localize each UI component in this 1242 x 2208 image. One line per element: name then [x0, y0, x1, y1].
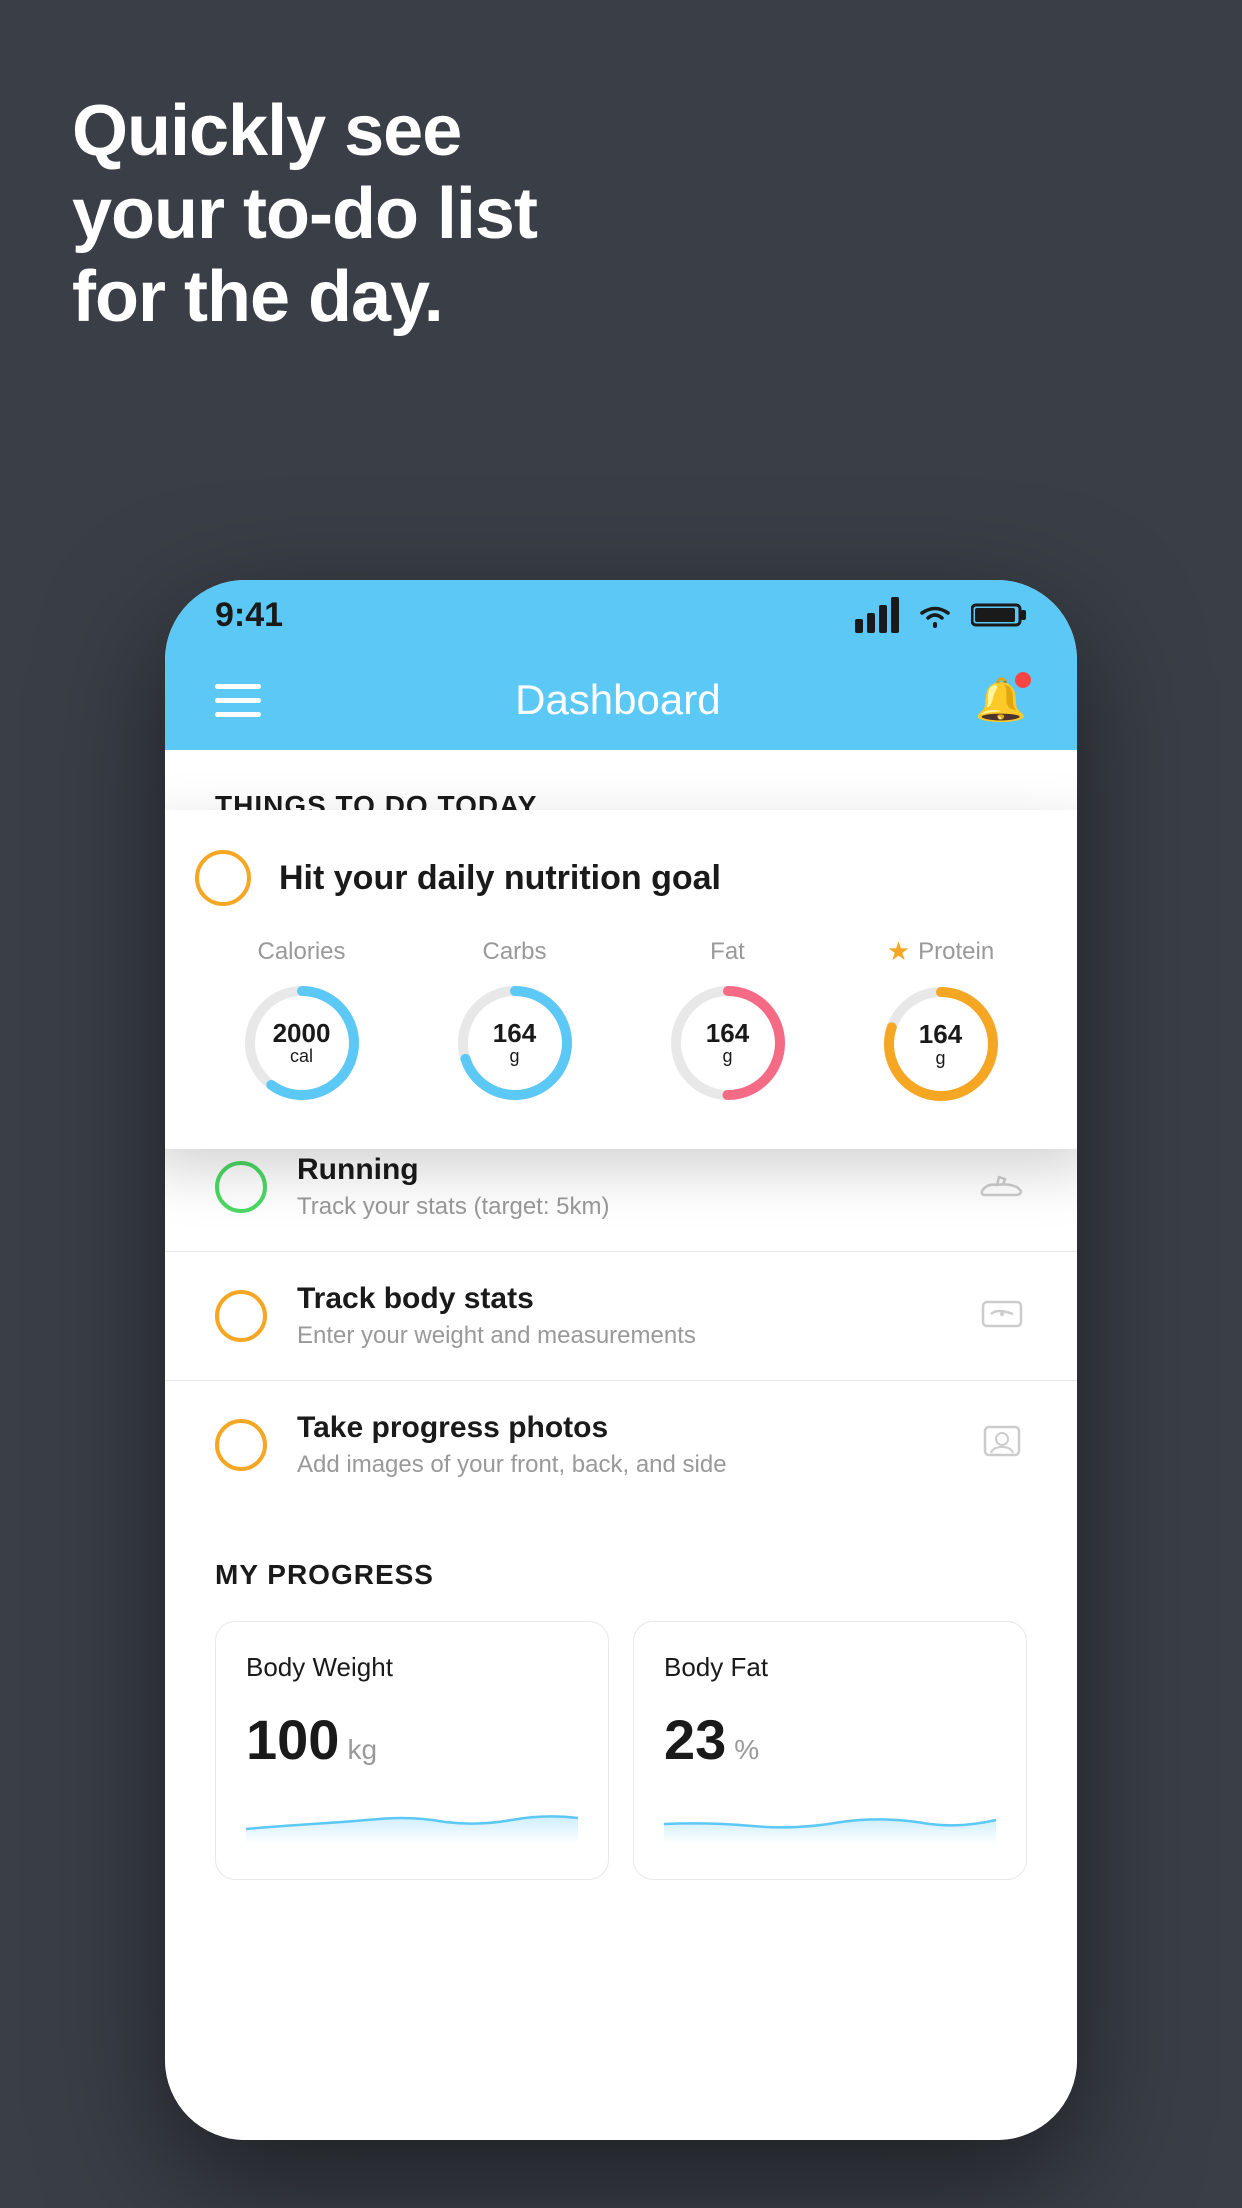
headline: Quickly see your to-do list for the day.	[72, 90, 537, 338]
carbs-ring: 164 g	[450, 978, 580, 1108]
body-fat-title: Body Fat	[664, 1652, 996, 1683]
nutrition-checkbox[interactable]	[195, 850, 251, 906]
headline-line1: Quickly see	[72, 90, 537, 173]
body-weight-value: 100kg	[246, 1707, 578, 1772]
scale-icon	[977, 1292, 1027, 1341]
status-time: 9:41	[215, 596, 283, 635]
body-weight-graph	[246, 1794, 578, 1844]
nutrition-macros: Calories 2000 cal Carbs	[195, 936, 1047, 1109]
nutrition-card[interactable]: Hit your daily nutrition goal Calories 2…	[165, 810, 1077, 1149]
macro-fat: Fat 164 g	[663, 938, 793, 1108]
fat-ring: 164 g	[663, 978, 793, 1108]
todo-bodystats-title: Track body stats	[297, 1282, 947, 1316]
body-fat-unit: %	[734, 1734, 759, 1765]
phone-mockup: 9:41	[165, 580, 1077, 2140]
body-weight-card[interactable]: Body Weight 100kg	[215, 1621, 609, 1880]
todo-bodystats-checkbox[interactable]	[215, 1290, 267, 1342]
wifi-icon	[915, 600, 955, 630]
person-icon	[977, 1421, 1027, 1470]
signal-icon	[855, 597, 899, 633]
progress-section: MY PROGRESS Body Weight 100kg	[165, 1509, 1077, 1880]
todo-bodystats-subtitle: Enter your weight and measurements	[297, 1322, 947, 1350]
macro-calories: Calories 2000 cal	[237, 938, 367, 1108]
macro-fat-label: Fat	[710, 938, 745, 966]
body-fat-graph	[664, 1794, 996, 1844]
progress-cards: Body Weight 100kg	[215, 1621, 1027, 1880]
phone-content: THINGS TO DO TODAY Hit your daily nutrit…	[165, 750, 1077, 2140]
nutrition-title: Hit your daily nutrition goal	[279, 859, 721, 898]
body-fat-card[interactable]: Body Fat 23%	[633, 1621, 1027, 1880]
notification-bell[interactable]: 🔔	[975, 676, 1027, 725]
hamburger-menu[interactable]	[215, 684, 261, 717]
todo-body-stats[interactable]: Track body stats Enter your weight and m…	[165, 1251, 1077, 1380]
shoe-icon	[977, 1163, 1027, 1212]
body-fat-value: 23%	[664, 1707, 996, 1772]
headline-line3: for the day.	[72, 256, 537, 339]
todo-running-subtitle: Track your stats (target: 5km)	[297, 1193, 947, 1221]
protein-ring: 164 g	[876, 979, 1006, 1109]
headline-line2: your to-do list	[72, 173, 537, 256]
nav-title: Dashboard	[515, 676, 720, 724]
macro-carbs: Carbs 164 g	[450, 938, 580, 1108]
status-icons	[855, 597, 1027, 633]
body-weight-unit: kg	[347, 1734, 377, 1765]
todo-running-checkbox[interactable]	[215, 1161, 267, 1213]
nutrition-card-header: Hit your daily nutrition goal	[195, 850, 1047, 906]
todo-photos-subtitle: Add images of your front, back, and side	[297, 1451, 947, 1479]
battery-icon	[971, 600, 1027, 630]
todo-running-title: Running	[297, 1153, 947, 1187]
notification-dot	[1015, 672, 1031, 688]
todo-photos-title: Take progress photos	[297, 1411, 947, 1445]
status-bar: 9:41	[165, 580, 1077, 650]
navbar: Dashboard 🔔	[165, 650, 1077, 750]
macro-protein-label: ★ Protein	[887, 936, 994, 967]
body-weight-title: Body Weight	[246, 1652, 578, 1683]
todo-progress-photos[interactable]: Take progress photos Add images of your …	[165, 1380, 1077, 1509]
progress-header: MY PROGRESS	[215, 1559, 1027, 1591]
star-icon: ★	[887, 936, 910, 967]
macro-carbs-label: Carbs	[482, 938, 546, 966]
todo-photos-checkbox[interactable]	[215, 1419, 267, 1471]
macro-protein: ★ Protein 164 g	[876, 936, 1006, 1109]
macro-calories-label: Calories	[257, 938, 345, 966]
calories-ring: 2000 cal	[237, 978, 367, 1108]
